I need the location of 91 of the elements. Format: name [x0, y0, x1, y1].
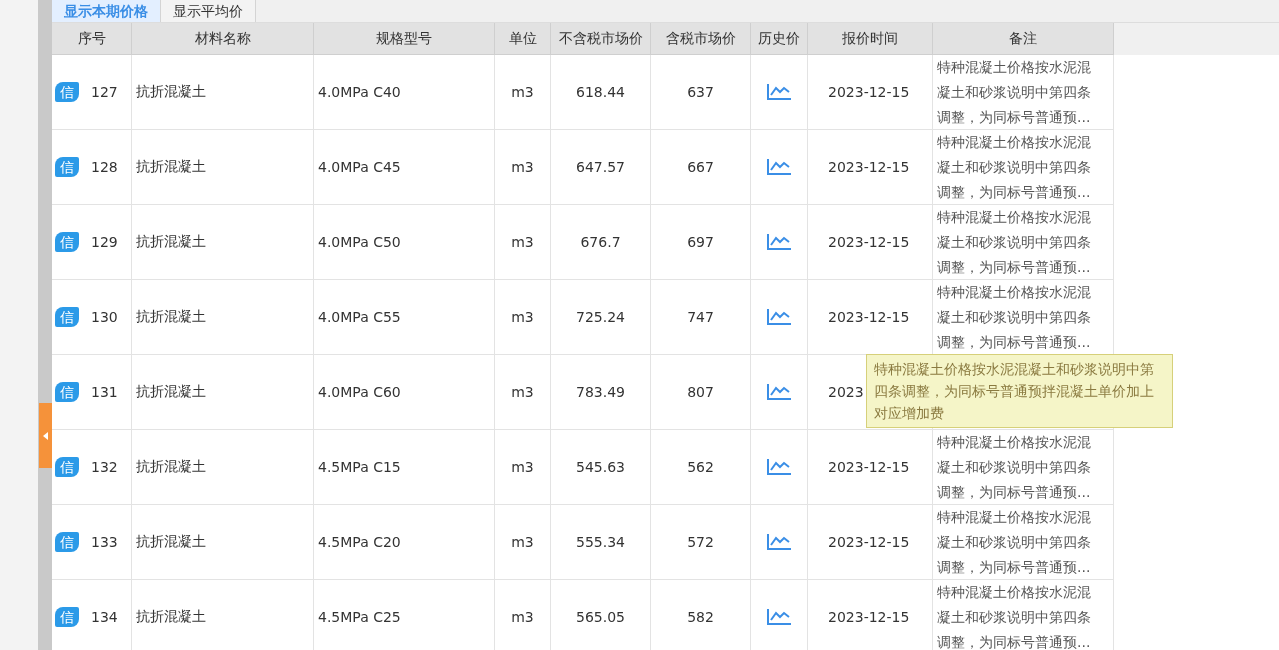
- table-cell: 抗折混凝土: [136, 458, 206, 476]
- table-cell: m3: [511, 384, 534, 400]
- table-cell: 565.05: [576, 609, 625, 625]
- remark-text: 特种混凝土价格按水泥混凝土和砂浆说明中第四条调整，为同标号普通预...: [937, 507, 1092, 577]
- column-header: 历史价: [751, 23, 808, 55]
- line-chart-icon[interactable]: [766, 458, 792, 476]
- column-header: 备注: [933, 23, 1114, 55]
- column-header: 单位: [495, 23, 551, 55]
- table-cell: 抗折混凝土: [136, 308, 206, 326]
- table-cell: 676.7: [580, 234, 621, 250]
- remark-text: 特种混凝土价格按水泥混凝土和砂浆说明中第四条调整，为同标号普通预...: [937, 582, 1092, 650]
- credit-badge: 信: [55, 157, 79, 177]
- table-cell: 4.5MPa C15: [318, 459, 401, 475]
- row-number: 127: [91, 84, 118, 100]
- line-chart-icon[interactable]: [766, 83, 792, 101]
- row-number: 129: [91, 234, 118, 250]
- table-cell: 555.34: [576, 534, 625, 550]
- column-header: 规格型号: [314, 23, 495, 55]
- row-number: 130: [91, 309, 118, 325]
- table-cell: 562: [687, 459, 714, 475]
- table-cell: 545.63: [576, 459, 625, 475]
- collapse-handle[interactable]: [39, 403, 52, 468]
- column-header: 含税市场价: [651, 23, 751, 55]
- row-number: 132: [91, 459, 118, 475]
- table-cell: m3: [511, 459, 534, 475]
- table-cell: 618.44: [576, 84, 625, 100]
- table-cell: 抗折混凝土: [136, 83, 206, 101]
- table-cell: 抗折混凝土: [136, 383, 206, 401]
- column-header: 不含税市场价: [551, 23, 651, 55]
- table-cell: 783.49: [576, 384, 625, 400]
- table-cell: 4.0MPa C40: [318, 84, 401, 100]
- table-cell: 4.0MPa C45: [318, 159, 401, 175]
- tooltip: 特种混凝土价格按水泥混凝土和砂浆说明中第四条调整，为同标号普通预拌混凝土单价加上对应增加费: [866, 354, 1173, 428]
- table-cell: m3: [511, 534, 534, 550]
- remark-text: 特种混凝土价格按水泥混凝土和砂浆说明中第四条调整，为同标号普通预...: [937, 207, 1092, 277]
- remark-text: 特种混凝土价格按水泥混凝土和砂浆说明中第四条调整，为同标号普通预...: [937, 282, 1092, 352]
- table-cell: 725.24: [576, 309, 625, 325]
- table-cell: m3: [511, 84, 534, 100]
- table-cell: m3: [511, 309, 534, 325]
- table-cell: 807: [687, 384, 714, 400]
- table-cell: 抗折混凝土: [136, 533, 206, 551]
- table-cell: 4.0MPa C60: [318, 384, 401, 400]
- table-cell: 697: [687, 234, 714, 250]
- line-chart-icon[interactable]: [766, 233, 792, 251]
- table-cell: 4.0MPa C55: [318, 309, 401, 325]
- credit-badge: 信: [55, 457, 79, 477]
- table-cell: 4.5MPa C20: [318, 534, 401, 550]
- line-chart-icon[interactable]: [766, 158, 792, 176]
- table-cell: 572: [687, 534, 714, 550]
- table-cell: 2023-12-15: [828, 609, 910, 625]
- credit-badge: 信: [55, 382, 79, 402]
- line-chart-icon[interactable]: [766, 383, 792, 401]
- table-cell: 2023-12-15: [828, 84, 910, 100]
- credit-badge: 信: [55, 307, 79, 327]
- table-cell: 抗折混凝土: [136, 608, 206, 626]
- table-cell: 637: [687, 84, 714, 100]
- table-cell: 582: [687, 609, 714, 625]
- credit-badge: 信: [55, 232, 79, 252]
- remark-text: 特种混凝土价格按水泥混凝土和砂浆说明中第四条调整，为同标号普通预...: [937, 432, 1092, 502]
- row-number: 133: [91, 534, 118, 550]
- table-cell: 747: [687, 309, 714, 325]
- table-cell: 2023-12-15: [828, 309, 910, 325]
- table-cell: 4.0MPa C50: [318, 234, 401, 250]
- row-number: 131: [91, 384, 118, 400]
- line-chart-icon[interactable]: [766, 533, 792, 551]
- column-header: 材料名称: [132, 23, 314, 55]
- row-number: 128: [91, 159, 118, 175]
- column-header: 报价时间: [808, 23, 933, 55]
- table-cell: 抗折混凝土: [136, 233, 206, 251]
- table-cell: m3: [511, 159, 534, 175]
- collapse-arrow-icon: [43, 431, 48, 440]
- credit-badge: 信: [55, 82, 79, 102]
- credit-badge: 信: [55, 532, 79, 552]
- table-cell: 2023: [828, 384, 864, 400]
- table-cell: 2023-12-15: [828, 534, 910, 550]
- row-number: 134: [91, 609, 118, 625]
- table-cell: 647.57: [576, 159, 625, 175]
- table-cell: m3: [511, 234, 534, 250]
- table-cell: 4.5MPa C25: [318, 609, 401, 625]
- table-cell: 2023-12-15: [828, 234, 910, 250]
- table-cell: m3: [511, 609, 534, 625]
- line-chart-icon[interactable]: [766, 308, 792, 326]
- column-header: 序号: [52, 23, 132, 55]
- table-cell: 2023-12-15: [828, 159, 910, 175]
- table-cell: 抗折混凝土: [136, 158, 206, 176]
- remark-text: 特种混凝土价格按水泥混凝土和砂浆说明中第四条调整，为同标号普通预...: [937, 132, 1092, 202]
- table-cell: 2023-12-15: [828, 459, 910, 475]
- line-chart-icon[interactable]: [766, 608, 792, 626]
- credit-badge: 信: [55, 607, 79, 627]
- table-cell: 667: [687, 159, 714, 175]
- remark-text: 特种混凝土价格按水泥混凝土和砂浆说明中第四条调整，为同标号普通预...: [937, 57, 1092, 127]
